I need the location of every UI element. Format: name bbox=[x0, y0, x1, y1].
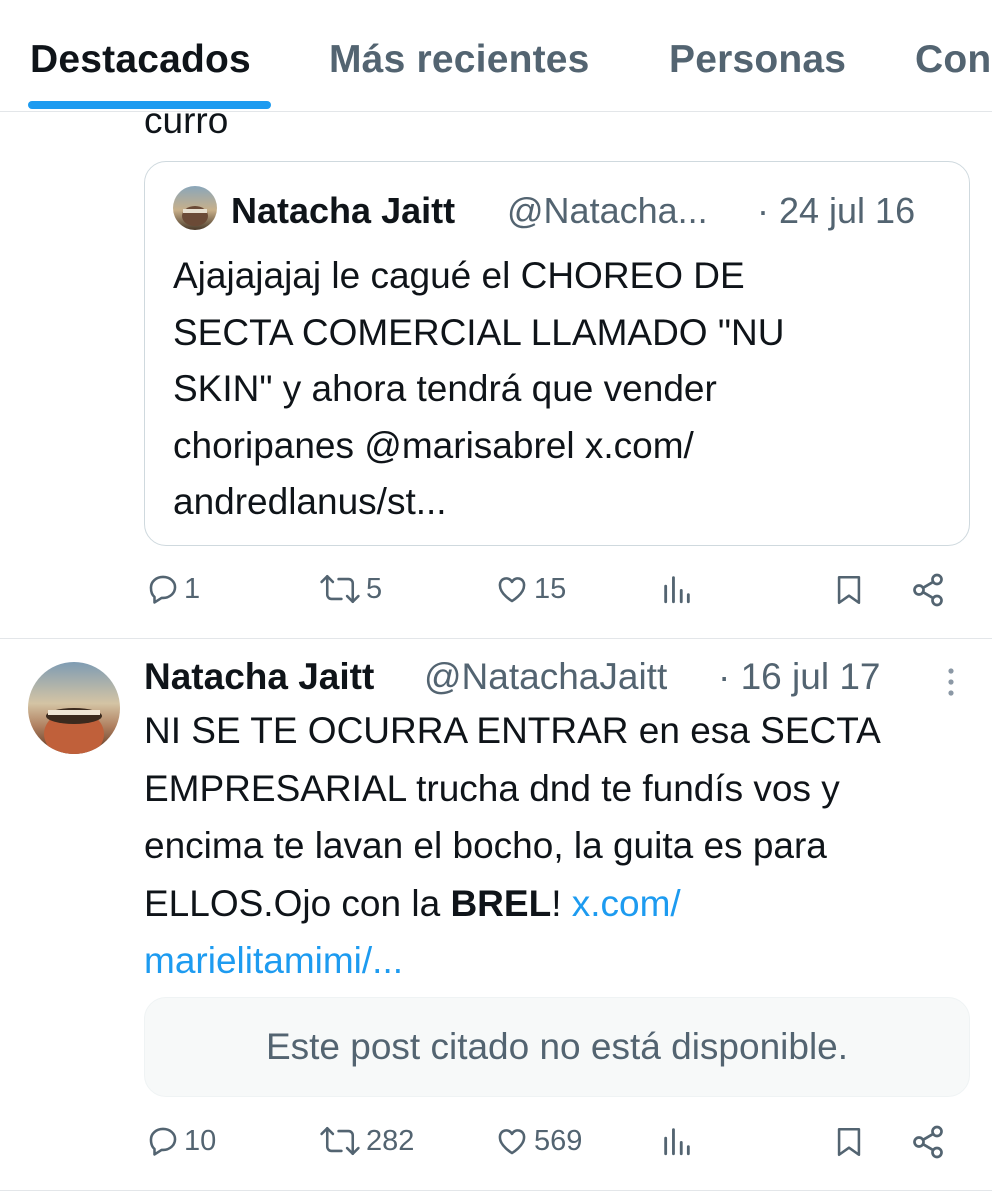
repost-icon bbox=[318, 1124, 362, 1158]
reply-count: 1 bbox=[184, 572, 201, 605]
share-icon bbox=[910, 572, 946, 608]
share-button[interactable] bbox=[910, 572, 946, 608]
repost-button[interactable]: 282 bbox=[318, 1124, 414, 1158]
reply-button[interactable]: 10 bbox=[146, 1124, 216, 1158]
quoted-post-card[interactable]: Natacha Jaitt @Natacha... · 24 jul 16 Aj… bbox=[144, 161, 970, 546]
search-tabs: Destacados Más recientes Personas Con bbox=[0, 0, 992, 112]
post-text-line: EMPRESARIAL trucha dnd te fundís vos y bbox=[144, 767, 840, 809]
quoted-text-line: Ajajajajaj le cagué el CHOREO DE bbox=[173, 255, 745, 296]
avatar[interactable] bbox=[28, 662, 120, 754]
tab-mas-recientes[interactable]: Más recientes bbox=[329, 38, 590, 82]
like-icon bbox=[494, 1124, 530, 1158]
repost-count: 5 bbox=[366, 572, 383, 605]
tweet-text-tail: curro bbox=[144, 100, 229, 141]
post-text-line: encima te lavan el bocho, la guita es pa… bbox=[144, 825, 827, 866]
share-icon bbox=[910, 1124, 946, 1160]
tab-destacados[interactable]: Destacados bbox=[30, 38, 251, 82]
tweet1-action-bar: 1 5 15 bbox=[0, 572, 992, 620]
author-handle[interactable]: @NatachaJaitt bbox=[424, 656, 667, 698]
post-divider bbox=[0, 638, 992, 639]
unavailable-quote-box: Este post citado no está disponible. bbox=[144, 997, 970, 1097]
like-button[interactable]: 569 bbox=[494, 1124, 582, 1158]
unavailable-quote-text: Este post citado no está disponible. bbox=[265, 1026, 849, 1067]
tweet2-action-bar: 10 282 569 bbox=[0, 1124, 992, 1172]
tab-con[interactable]: Con bbox=[915, 38, 991, 82]
post-link[interactable]: marielitamimi/... bbox=[144, 940, 403, 981]
views-button[interactable] bbox=[660, 1124, 694, 1158]
repost-button[interactable]: 5 bbox=[318, 572, 382, 606]
quoted-text-line: SKIN" y ahora tendrá que vender bbox=[173, 368, 717, 409]
author-name[interactable]: Natacha Jaitt bbox=[144, 656, 374, 698]
like-icon bbox=[494, 572, 530, 606]
more-options-button[interactable] bbox=[942, 666, 960, 700]
views-icon bbox=[660, 572, 694, 606]
like-count: 15 bbox=[534, 572, 567, 605]
post-link[interactable]: x.com/ bbox=[572, 883, 681, 924]
bookmark-icon bbox=[832, 1124, 866, 1160]
tab-personas[interactable]: Personas bbox=[669, 38, 846, 82]
reply-icon bbox=[146, 572, 180, 606]
bookmark-button[interactable] bbox=[832, 1124, 866, 1160]
like-button[interactable]: 15 bbox=[494, 572, 566, 606]
views-icon bbox=[660, 1124, 694, 1158]
post-date[interactable]: · 16 jul 17 bbox=[718, 656, 881, 698]
highlighted-term: BREL bbox=[450, 882, 552, 924]
quoted-text-line: SECTA COMERCIAL LLAMADO "NU bbox=[173, 311, 785, 353]
views-button[interactable] bbox=[660, 572, 694, 606]
post-text-line: NI SE TE OCURRA ENTRAR en esa SECTA bbox=[144, 710, 881, 751]
reply-count: 10 bbox=[184, 1124, 217, 1157]
quoted-avatar bbox=[173, 186, 217, 230]
quoted-author-name: Natacha Jaitt bbox=[231, 190, 456, 231]
quoted-post-text: Ajajajajaj le cagué el CHOREO DE SECTA C… bbox=[173, 248, 953, 531]
post-text-fragment: ! bbox=[551, 882, 572, 924]
bookmark-button[interactable] bbox=[832, 572, 866, 608]
repost-icon bbox=[318, 572, 362, 606]
share-button[interactable] bbox=[910, 1124, 946, 1160]
repost-count: 282 bbox=[366, 1124, 415, 1157]
reply-icon bbox=[146, 1124, 180, 1158]
quoted-post-date: · 24 jul 16 bbox=[757, 190, 916, 231]
bookmark-icon bbox=[832, 572, 866, 608]
quoted-text-line: choripanes @marisabrel x.com/ bbox=[173, 424, 694, 466]
quoted-text-line: andredlanus/st... bbox=[173, 481, 447, 522]
quoted-author-handle: @Natacha... bbox=[507, 190, 708, 231]
reply-button[interactable]: 1 bbox=[146, 572, 200, 606]
post-divider bbox=[0, 1190, 992, 1191]
like-count: 569 bbox=[534, 1124, 583, 1157]
post-text-line: ELLOS.Ojo con la BREL! x.com/ bbox=[144, 875, 974, 933]
post-text: NI SE TE OCURRA ENTRAR en esa SECTA EMPR… bbox=[144, 702, 974, 990]
post-text-fragment: ELLOS.Ojo con la bbox=[144, 882, 451, 924]
